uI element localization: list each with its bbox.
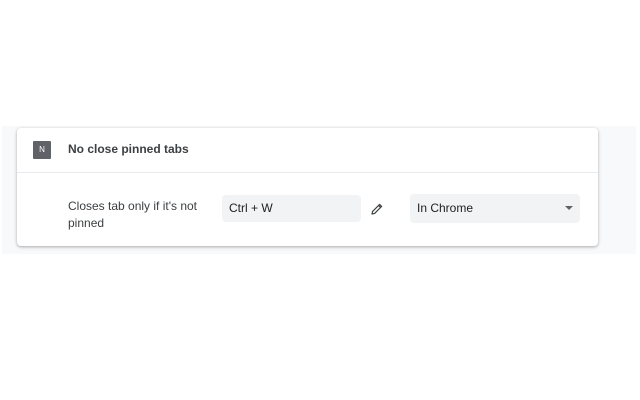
extension-icon: N xyxy=(33,141,51,159)
shortcut-value: Ctrl + W xyxy=(229,201,273,215)
extension-name: No close pinned tabs xyxy=(68,142,189,156)
shortcut-row: Closes tab only if it's not pinned Ctrl … xyxy=(17,173,598,246)
scope-selected-value: In Chrome xyxy=(417,201,474,215)
shortcut-input[interactable]: Ctrl + W xyxy=(222,195,361,222)
card-header: N No close pinned tabs xyxy=(17,128,598,173)
extension-icon-letter: N xyxy=(39,145,45,154)
chevron-down-icon xyxy=(565,206,573,210)
command-description: Closes tab only if it's not pinned xyxy=(68,199,198,230)
edit-shortcut-button[interactable] xyxy=(367,199,387,219)
scope-select[interactable]: In Chrome xyxy=(410,194,580,223)
extension-shortcut-card: N No close pinned tabs Closes tab only i… xyxy=(17,128,598,246)
pencil-icon xyxy=(371,203,383,215)
